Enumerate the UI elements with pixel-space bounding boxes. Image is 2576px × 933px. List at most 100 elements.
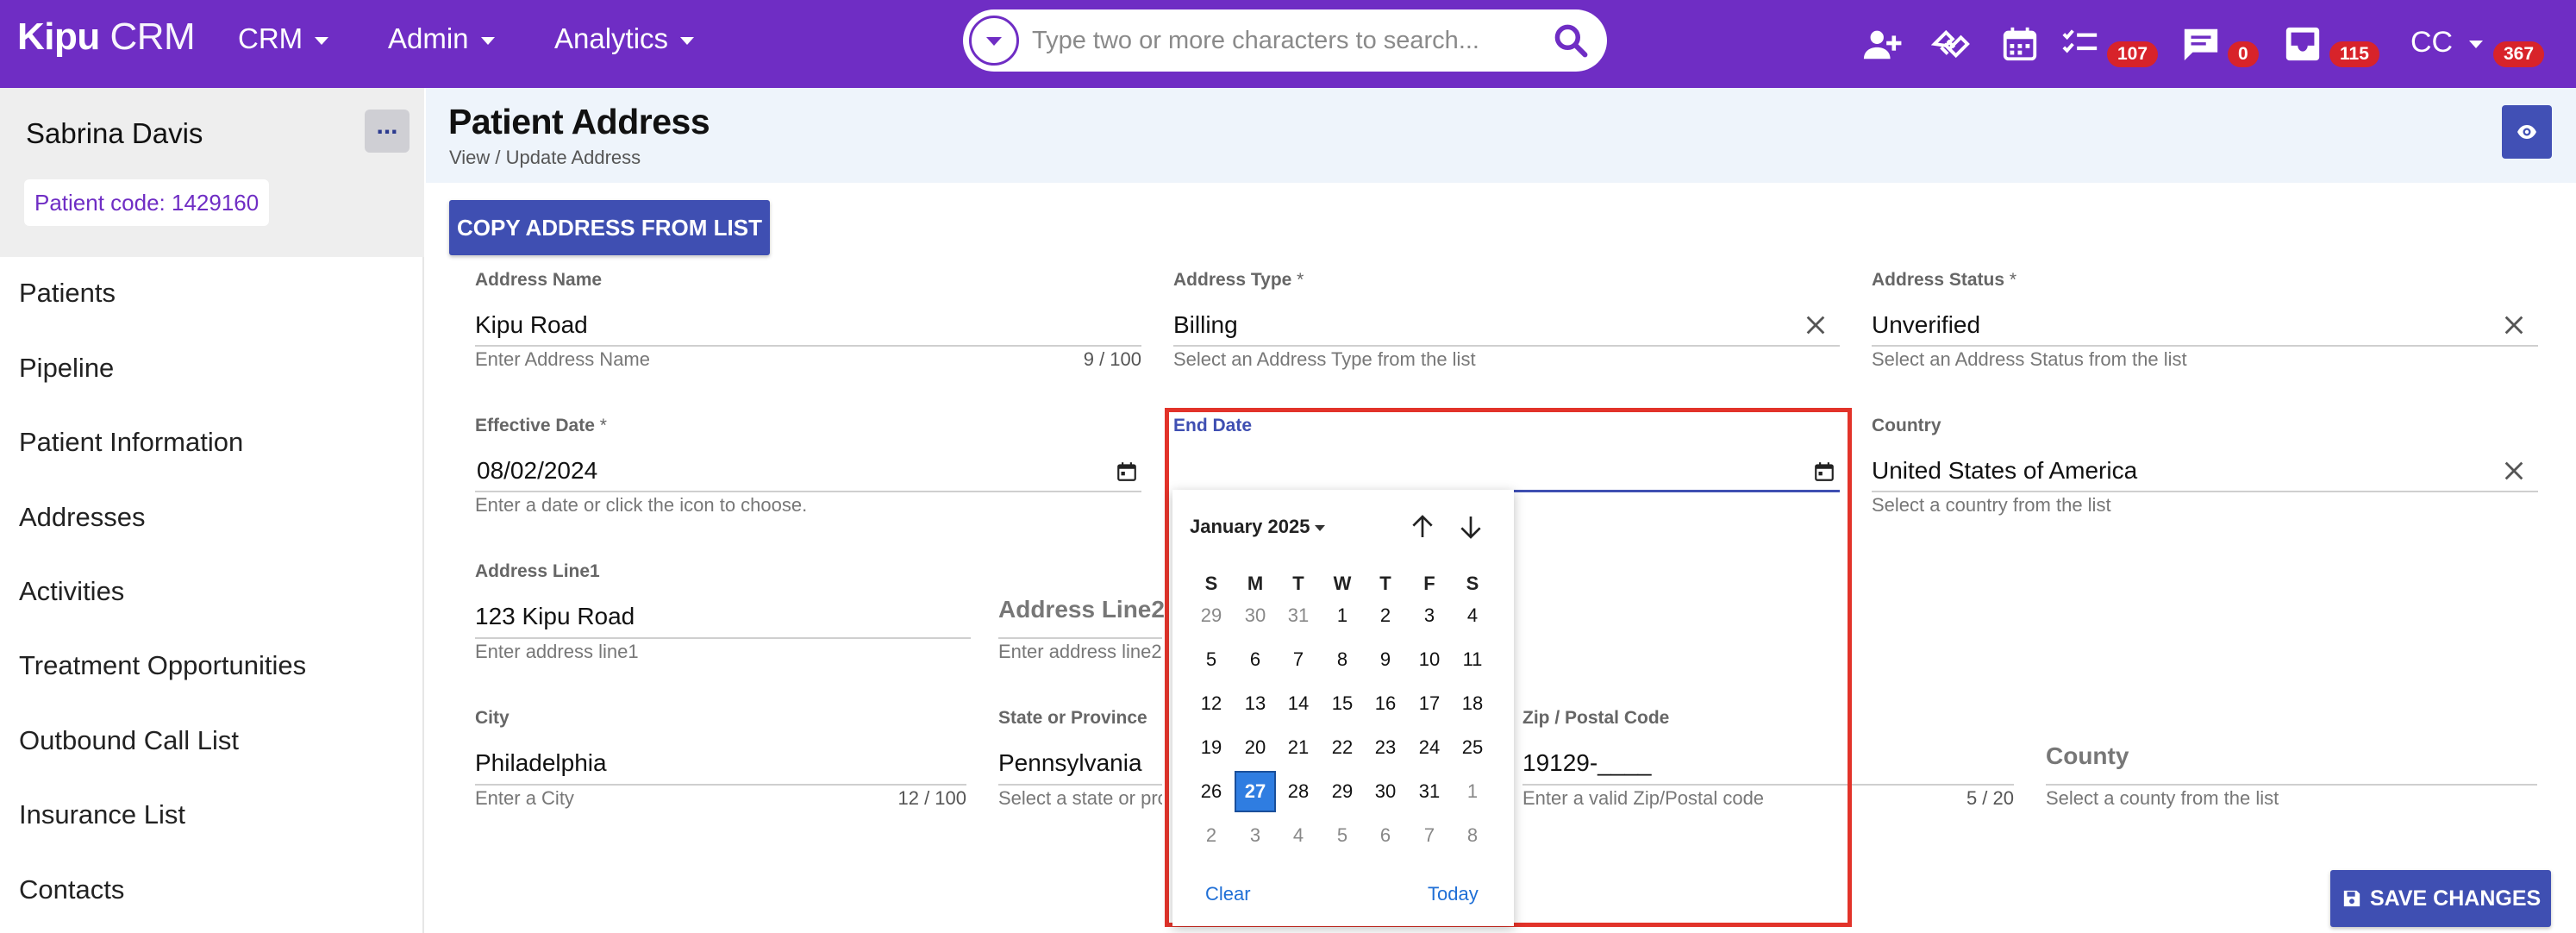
calendar-day[interactable]: 31 — [1278, 595, 1319, 636]
address-name-input[interactable]: Kipu Road — [475, 311, 588, 339]
calendar-day[interactable]: 7 — [1409, 815, 1450, 856]
city-input[interactable]: Philadelphia — [475, 749, 607, 777]
nav-menu-analytics[interactable]: Analytics — [554, 22, 695, 55]
calendar-day[interactable]: 10 — [1409, 639, 1450, 680]
calendar-day[interactable]: 30 — [1235, 595, 1276, 636]
calendar-day[interactable]: 22 — [1322, 727, 1363, 768]
add-user-icon[interactable] — [1862, 24, 1902, 64]
month-year-selector[interactable]: January 2025 — [1190, 516, 1326, 538]
clear-address-status-icon[interactable] — [2502, 313, 2526, 337]
calendar-icon[interactable] — [1116, 460, 1138, 483]
calendar-day[interactable]: 11 — [1452, 639, 1493, 680]
calendar-day[interactable]: 29 — [1322, 771, 1363, 812]
inbox-icon[interactable] — [2283, 24, 2323, 64]
calendar-day[interactable]: 14 — [1278, 683, 1319, 724]
calendar-day[interactable]: 15 — [1322, 683, 1363, 724]
clear-date-button[interactable]: Clear — [1205, 883, 1251, 905]
calendar-day[interactable]: 12 — [1191, 683, 1232, 724]
sidebar-item-treatment-opportunities[interactable]: Treatment Opportunities — [19, 650, 306, 681]
handshake-icon[interactable] — [1931, 24, 1971, 64]
search-input[interactable] — [1032, 9, 1532, 72]
calendar-day[interactable]: 4 — [1452, 595, 1493, 636]
address-name-hint: Enter Address Name — [475, 348, 650, 370]
calendar-day[interactable]: 2 — [1365, 595, 1406, 636]
calendar-day[interactable]: 1 — [1322, 595, 1363, 636]
copy-address-button[interactable]: COPY ADDRESS FROM LIST — [449, 200, 770, 255]
sidebar-item-outbound-call-list[interactable]: Outbound Call List — [19, 725, 239, 756]
calendar-day[interactable]: 4 — [1278, 815, 1319, 856]
calendar-day[interactable]: 28 — [1278, 771, 1319, 812]
calendar-day[interactable]: 6 — [1235, 639, 1276, 680]
chevron-down-icon — [315, 36, 329, 45]
clear-address-type-icon[interactable] — [1804, 313, 1828, 337]
user-menu[interactable]: CC — [2410, 26, 2453, 59]
save-changes-button[interactable]: SAVE CHANGES — [2330, 870, 2551, 927]
address-line2-input[interactable]: Address Line2 — [998, 596, 1165, 623]
county-input[interactable]: County — [2046, 742, 2129, 770]
effective-date-input[interactable]: 08/02/2024 — [477, 457, 597, 485]
calendar-day[interactable]: 31 — [1409, 771, 1450, 812]
calendar-day[interactable]: 5 — [1191, 639, 1232, 680]
nav-menu-admin[interactable]: Admin — [388, 22, 495, 55]
nav-menu-crm[interactable]: CRM — [238, 22, 329, 55]
calendar-day[interactable]: 29 — [1191, 595, 1232, 636]
patient-code: Patient code: 1429160 — [24, 179, 270, 226]
calendar-icon[interactable] — [2000, 24, 2040, 64]
city-counter: 12 / 100 — [897, 787, 966, 809]
clear-country-icon[interactable] — [2502, 459, 2526, 483]
address-line1-input[interactable]: 123 Kipu Road — [475, 603, 635, 630]
chevron-down-icon — [680, 36, 695, 45]
effective-date-label: Effective Date * — [475, 416, 607, 435]
sidebar-item-pipeline[interactable]: Pipeline — [19, 353, 114, 384]
view-toggle-button[interactable] — [2502, 105, 2552, 159]
calendar-day[interactable]: 3 — [1235, 815, 1276, 856]
next-month-arrow-icon[interactable] — [1457, 512, 1485, 542]
calendar-day[interactable]: 16 — [1365, 683, 1406, 724]
calendar-day[interactable]: 23 — [1365, 727, 1406, 768]
state-select[interactable]: Pennsylvania — [998, 749, 1142, 777]
today-button[interactable]: Today — [1428, 883, 1479, 905]
previous-month-arrow-icon[interactable] — [1409, 512, 1436, 542]
search-icon[interactable] — [1552, 22, 1590, 59]
calendar-day[interactable]: 19 — [1191, 727, 1232, 768]
calendar-day[interactable]: 30 — [1365, 771, 1406, 812]
city-underline — [475, 784, 966, 786]
calendar-day[interactable]: 13 — [1235, 683, 1276, 724]
calendar-day[interactable]: 25 — [1452, 727, 1493, 768]
address-type-select[interactable]: Billing — [1173, 311, 1238, 339]
tasks-badge: 107 — [2107, 41, 2159, 67]
address-status-select[interactable]: Unverified — [1872, 311, 1980, 339]
calendar-day[interactable]: 8 — [1452, 815, 1493, 856]
calendar-day[interactable]: 26 — [1191, 771, 1232, 812]
calendar-day[interactable]: 7 — [1278, 639, 1319, 680]
calendar-day[interactable]: 21 — [1278, 727, 1319, 768]
sidebar-item-insurance-list[interactable]: Insurance List — [19, 799, 185, 830]
country-select[interactable]: United States of America — [1872, 457, 2137, 485]
eye-icon — [2517, 125, 2536, 139]
sidebar-item-patient-information[interactable]: Patient Information — [19, 427, 243, 458]
sidebar-item-patients[interactable]: Patients — [19, 278, 116, 309]
calendar-day[interactable]: 18 — [1452, 683, 1493, 724]
calendar-day-selected[interactable]: 27 — [1235, 771, 1276, 812]
calendar-day[interactable]: 1 — [1452, 771, 1493, 812]
calendar-day[interactable]: 20 — [1235, 727, 1276, 768]
calendar-day[interactable]: 17 — [1409, 683, 1450, 724]
sidebar-item-contacts[interactable]: Contacts — [19, 874, 124, 905]
calendar-day[interactable]: 5 — [1322, 815, 1363, 856]
calendar-day[interactable]: 6 — [1365, 815, 1406, 856]
checklist-icon[interactable] — [2060, 24, 2100, 64]
search-scope-dropdown[interactable] — [969, 16, 1019, 66]
calendar-day[interactable]: 2 — [1191, 815, 1232, 856]
calendar-day[interactable]: 3 — [1409, 595, 1450, 636]
weekday-label: T — [1292, 573, 1304, 594]
calendar-day[interactable]: 24 — [1409, 727, 1450, 768]
more-options-button[interactable]: ... — [365, 110, 410, 153]
country-hint: Select a country from the list — [1872, 494, 2111, 516]
sidebar-item-activities[interactable]: Activities — [19, 576, 124, 607]
message-icon[interactable] — [2181, 24, 2221, 64]
address-type-hint: Select an Address Type from the list — [1173, 348, 1476, 370]
calendar-day[interactable]: 8 — [1322, 639, 1363, 680]
calendar-day[interactable]: 9 — [1365, 639, 1406, 680]
sidebar-item-addresses[interactable]: Addresses — [19, 502, 145, 533]
app-logo[interactable]: Kipu CRM — [17, 16, 196, 59]
